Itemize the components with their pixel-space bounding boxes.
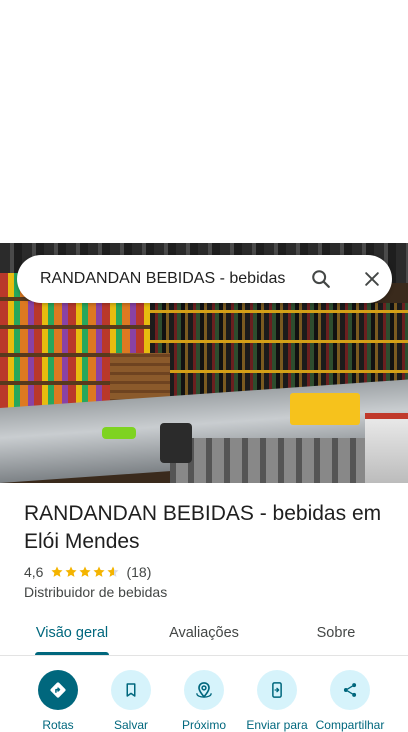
star-icon	[107, 566, 120, 577]
save-circle	[111, 670, 151, 710]
search-button[interactable]	[301, 259, 341, 299]
search-icon	[312, 270, 331, 288]
rating-row[interactable]: 4,6 (18)	[24, 563, 151, 581]
share-button[interactable]: Compartilhar	[313, 670, 387, 732]
bookmark-icon	[126, 683, 136, 697]
action-bar: Rotas Salvar Próximo Enviar para Compart…	[0, 664, 408, 732]
save-label: Salvar	[113, 718, 148, 732]
send-to-phone-button[interactable]: Enviar para	[240, 670, 314, 732]
place-category[interactable]: Distribuidor de bebidas	[24, 584, 167, 600]
directions-circle	[38, 670, 78, 710]
directions-button[interactable]: Rotas	[21, 670, 95, 732]
photo-cooler	[365, 413, 408, 483]
tabs-divider	[0, 655, 408, 656]
map-area[interactable]	[0, 0, 408, 243]
tab-reviews[interactable]: Avaliações	[154, 612, 254, 654]
review-count: (18)	[126, 564, 152, 580]
photo-green-object	[102, 427, 136, 439]
search-query[interactable]: RANDANDAN BEBIDAS - bebidas em Elói Mend…	[40, 270, 285, 288]
nearby-circle	[184, 670, 224, 710]
directions-icon	[50, 682, 66, 698]
directions-label: Rotas	[42, 718, 74, 732]
send-to-phone-label: Enviar para	[246, 718, 308, 732]
tab-about[interactable]: Sobre	[286, 612, 386, 654]
send-to-phone-circle	[257, 670, 297, 710]
share-circle	[330, 670, 370, 710]
rating-value: 4,6	[24, 564, 44, 580]
save-button[interactable]: Salvar	[94, 670, 168, 732]
place-title: RANDANDAN BEBIDAS - bebidas em Elói Mend…	[24, 502, 382, 553]
clear-search-button[interactable]	[352, 259, 392, 299]
photo-counter-edge	[170, 438, 370, 483]
star-icon	[93, 566, 106, 577]
share-label: Compartilhar	[315, 718, 385, 732]
tab-overview[interactable]: Visão geral	[22, 612, 122, 654]
send-to-phone-icon	[272, 682, 282, 698]
star-icon	[51, 566, 64, 577]
star-icon	[79, 566, 92, 577]
share-icon	[343, 683, 357, 697]
search-bar[interactable]: RANDANDAN BEBIDAS - bebidas em Elói Mend…	[17, 255, 392, 303]
star-icon	[65, 566, 78, 577]
photo-box	[290, 393, 360, 425]
nearby-icon	[196, 682, 212, 698]
close-icon	[365, 272, 379, 286]
photo-card-machine	[160, 423, 192, 463]
nearby-label: Próximo	[181, 718, 226, 732]
nearby-button[interactable]: Próximo	[167, 670, 241, 732]
rating-stars	[50, 565, 120, 579]
tab-bar: Visão geral Avaliações Sobre	[0, 612, 408, 656]
